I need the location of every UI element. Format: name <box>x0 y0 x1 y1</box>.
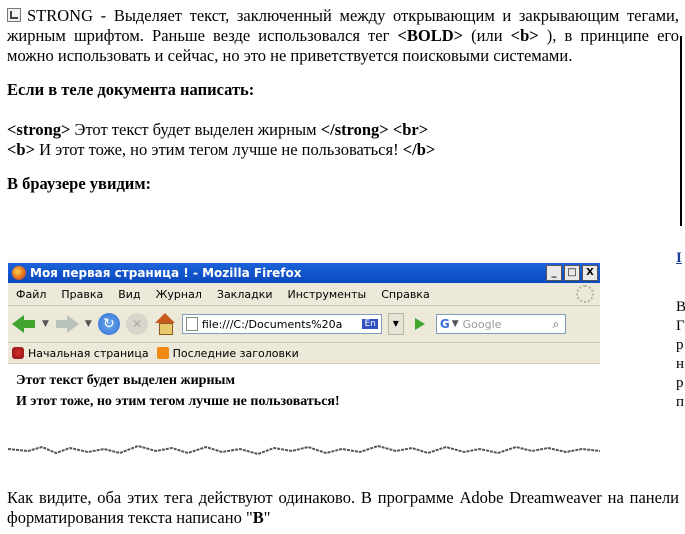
maximize-button[interactable]: □ <box>564 265 580 281</box>
search-box[interactable]: G ▼ Google ⌕ <box>435 314 566 334</box>
search-input[interactable]: Google <box>463 318 547 331</box>
heading-browser: В браузере увидим: <box>7 174 152 193</box>
go-icon[interactable] <box>410 314 430 334</box>
heading-code: Если в теле документа написать: <box>7 80 255 99</box>
window-buttons: _ □ X <box>546 265 598 281</box>
bookmarks-toolbar: Начальная страница Последние заголовки <box>8 343 600 364</box>
forward-arrow-icon[interactable] <box>55 314 79 334</box>
forward-dropdown-icon[interactable]: ▼ <box>85 319 92 329</box>
menu-bar: Файл Правка Вид Журнал Закладки Инструме… <box>8 283 600 306</box>
firefox-icon <box>12 266 26 280</box>
menu-tools[interactable]: Инструменты <box>288 288 367 301</box>
firefox-screenshot: Моя первая страница ! - Mozilla Firefox … <box>8 263 600 463</box>
url-dropdown-icon[interactable]: ▼ <box>387 313 404 335</box>
stop-icon[interactable]: ✕ <box>125 313 148 335</box>
back-arrow-icon[interactable] <box>12 314 36 334</box>
throbber-icon <box>576 285 594 303</box>
content-line-1: Этот текст будет выделен жирным <box>16 373 235 388</box>
right-link[interactable]: I <box>676 250 682 267</box>
back-dropdown-icon[interactable]: ▼ <box>42 319 49 329</box>
bookmark-home-icon <box>12 347 24 359</box>
reload-icon[interactable]: ↻ <box>97 313 120 335</box>
divider <box>680 36 682 226</box>
title-bar: Моя первая страница ! - Mozilla Firefox … <box>8 263 600 283</box>
home-icon[interactable] <box>154 313 176 335</box>
code-line-2: <b> И этот тоже, но этим тегом лучше не … <box>7 140 436 159</box>
article: STRONG - Выделяет текст, заключенный меж… <box>7 6 679 194</box>
language-badge: En <box>362 319 378 329</box>
paragraph-strong: STRONG - Выделяет текст, заключенный меж… <box>7 6 679 65</box>
close-button[interactable]: X <box>582 265 598 281</box>
right-fragments: В Г р н р п <box>676 299 685 410</box>
menu-edit[interactable]: Правка <box>61 288 103 301</box>
menu-help[interactable]: Справка <box>381 288 429 301</box>
menu-history[interactable]: Журнал <box>156 288 202 301</box>
engine-dropdown-icon[interactable]: ▼ <box>452 319 459 329</box>
search-icon[interactable]: ⌕ <box>547 317 565 332</box>
menu-view[interactable]: Вид <box>118 288 140 301</box>
conclusion: Как видите, оба этих тега действуют один… <box>7 488 679 527</box>
bookmark-home[interactable]: Начальная страница <box>28 347 149 360</box>
url-input[interactable]: file:///C:/Documents%20a En <box>181 314 382 334</box>
menu-file[interactable]: Файл <box>16 288 46 301</box>
code-line-1: <strong> Этот текст будет выделен жирным… <box>7 120 429 139</box>
navigation-toolbar: ▼ ▼ ↻ ✕ file:///C:/Documents%20a En ▼ G … <box>8 306 600 343</box>
bookmark-rss[interactable]: Последние заголовки <box>173 347 299 360</box>
minimize-button[interactable]: _ <box>546 265 562 281</box>
search-engine-icon[interactable]: G <box>440 317 450 331</box>
content-line-2: И этот тоже, но этим тегом лучше не поль… <box>16 394 340 409</box>
window-title: Моя первая страница ! - Mozilla Firefox <box>30 266 302 280</box>
menu-bookmarks[interactable]: Закладки <box>217 288 273 301</box>
rss-icon <box>156 347 169 359</box>
url-text[interactable]: file:///C:/Documents%20a <box>202 318 363 331</box>
torn-edge <box>8 429 600 456</box>
paragraph-icon <box>7 8 21 22</box>
page-icon <box>185 317 198 331</box>
